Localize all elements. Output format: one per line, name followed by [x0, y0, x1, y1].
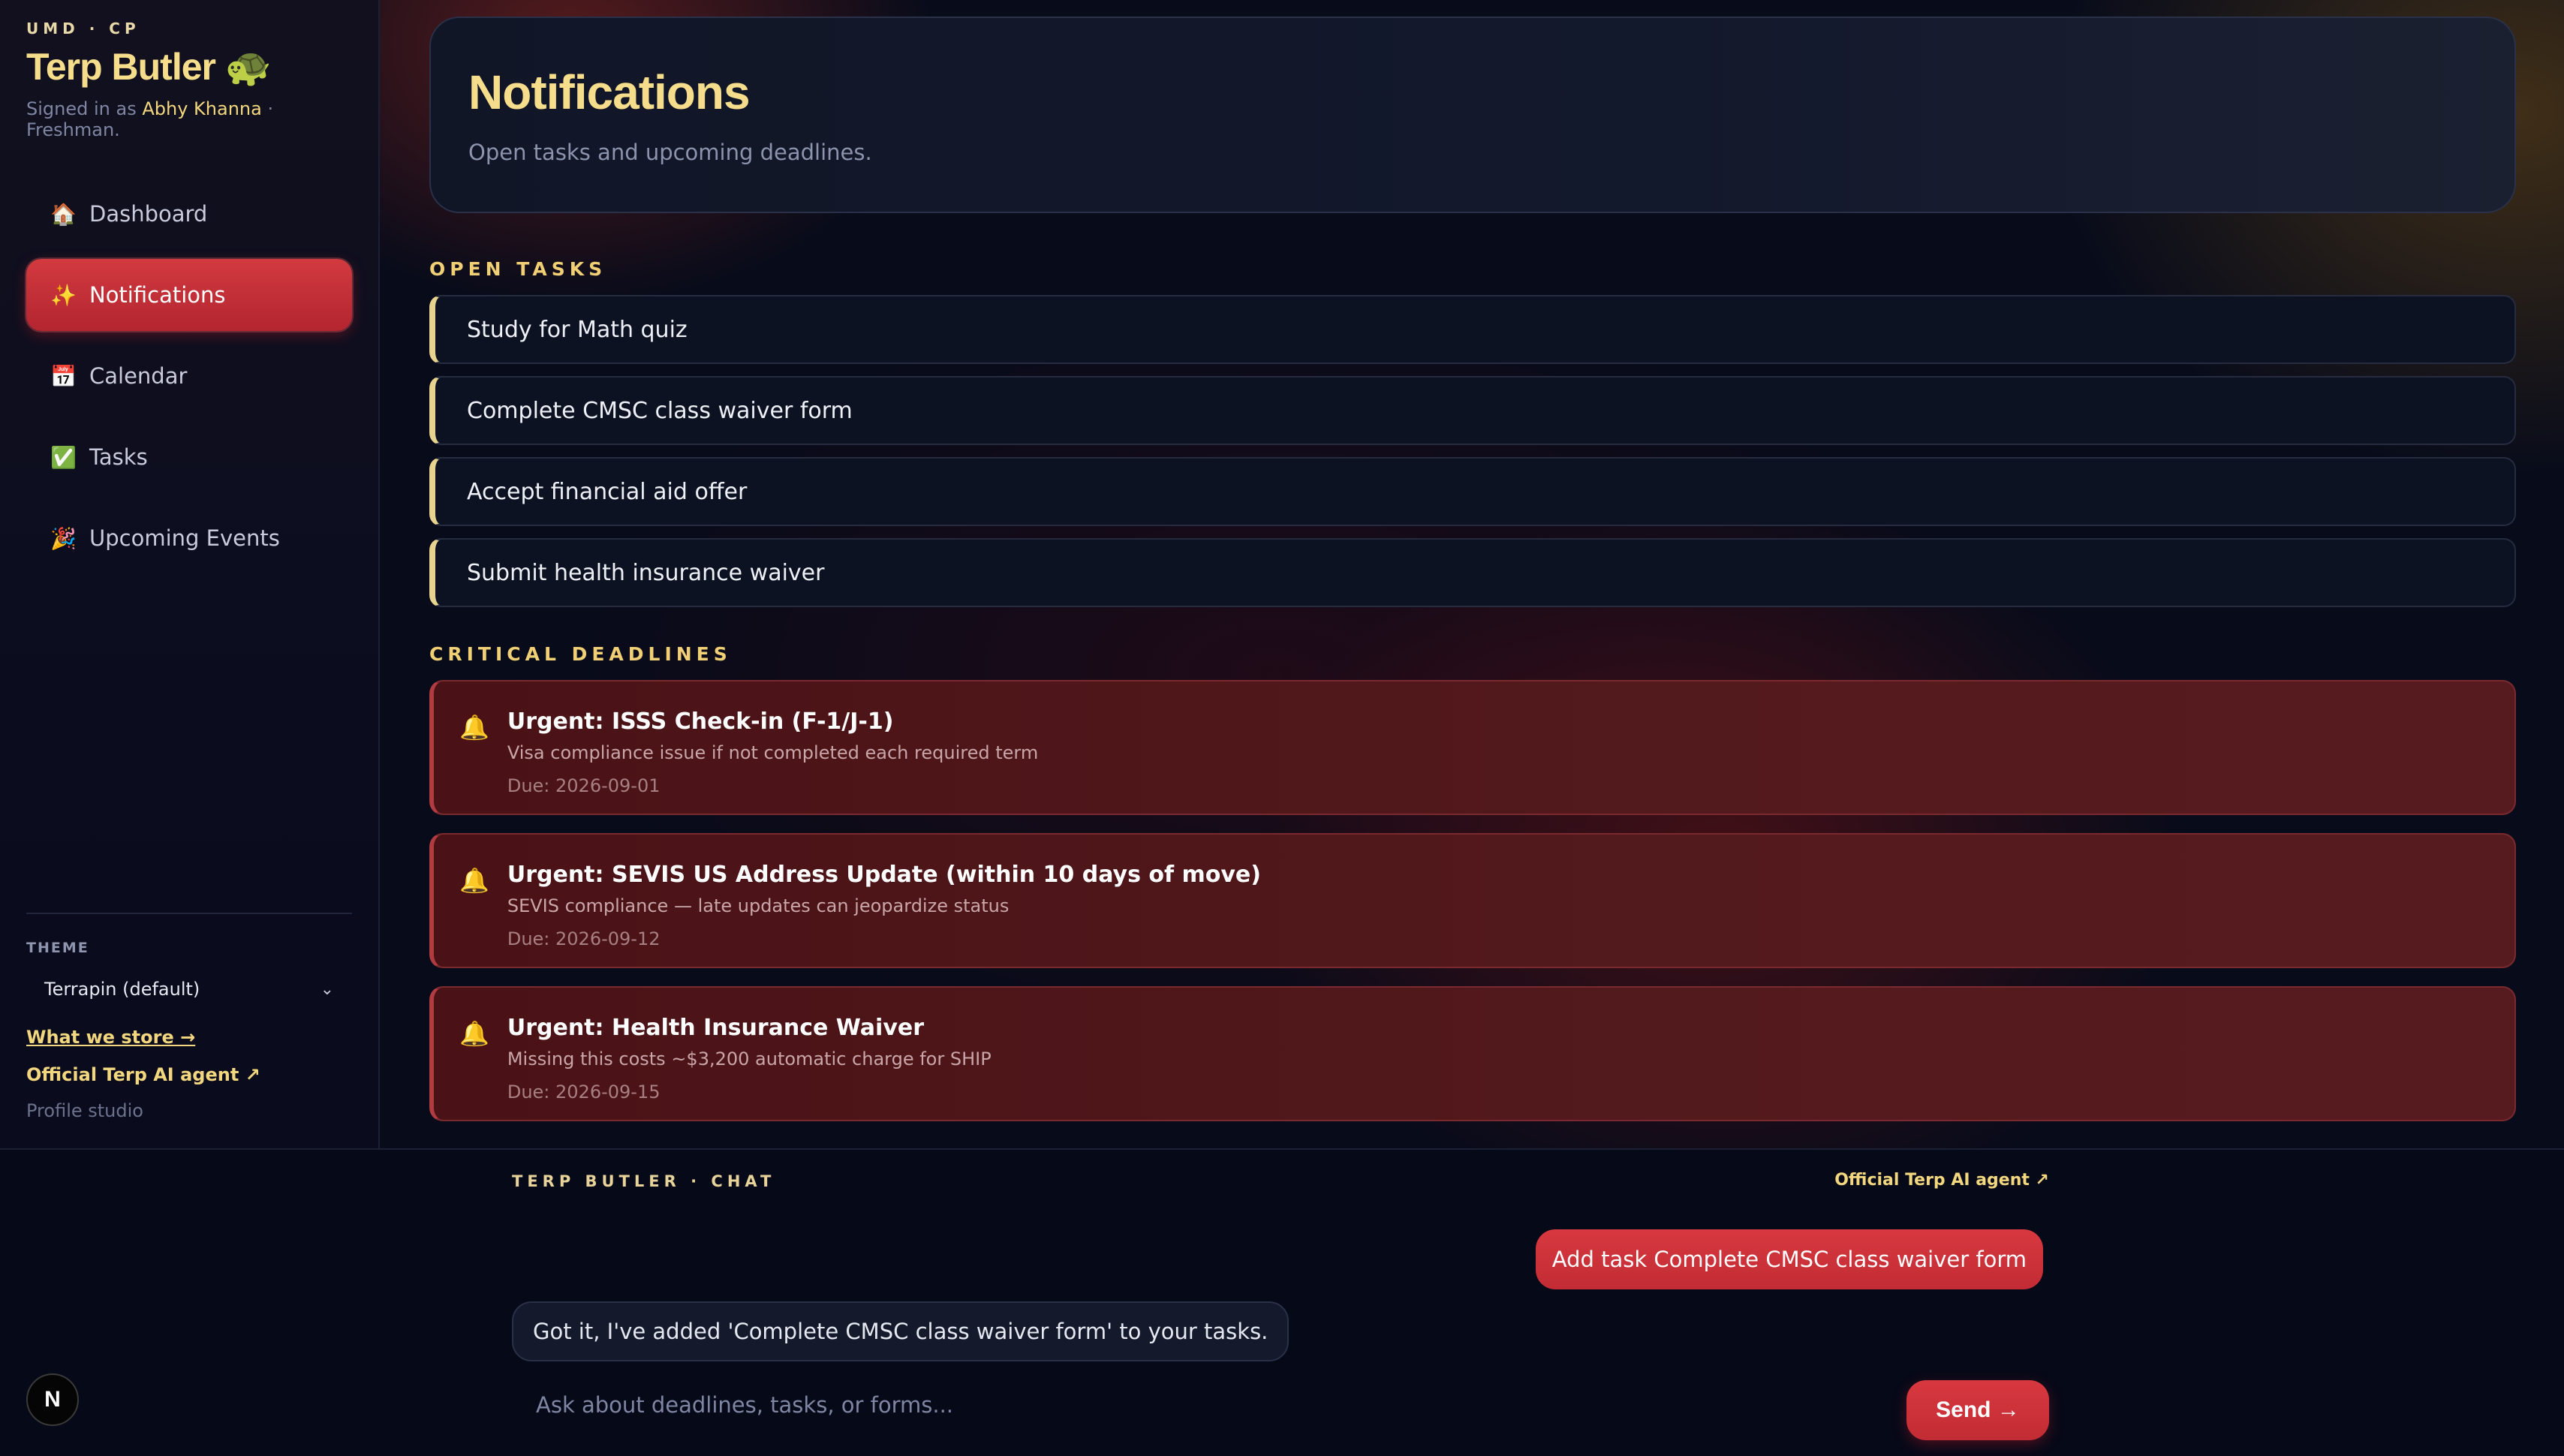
deadline-card[interactable]: 🔔 Urgent: Health Insurance Waiver Missin… — [429, 986, 2516, 1121]
chat-official-agent-link[interactable]: Official Terp AI agent ↗ — [1834, 1171, 2049, 1190]
sidebar: UMD · CP Terp Butler 🐢 Signed in as Abhy… — [0, 0, 380, 1148]
sidebar-item-label: Upcoming Events — [89, 525, 280, 551]
sidebar-item-label: Tasks — [89, 444, 148, 470]
open-tasks-list: Study for Math quiz Complete CMSC class … — [429, 295, 2516, 607]
deadline-title: Urgent: ISSS Check-in (F-1/J-1) — [507, 708, 894, 735]
task-item[interactable]: Submit health insurance waiver — [429, 538, 2516, 607]
sparkles-icon: ✨ — [50, 282, 77, 308]
house-icon: 🏠 — [50, 201, 77, 227]
sidebar-item-label: Calendar — [89, 363, 188, 389]
deadline-title: Urgent: Health Insurance Waiver — [507, 1015, 925, 1041]
brand-eyebrow: UMD · CP — [26, 20, 140, 38]
deadline-title: Urgent: SEVIS US Address Update (within … — [507, 862, 1261, 888]
deadlines-list: 🔔 Urgent: ISSS Check-in (F-1/J-1) Visa c… — [429, 680, 2516, 1121]
official-agent-link[interactable]: Official Terp AI agent ↗ — [26, 1064, 352, 1085]
page-header: Notifications Open tasks and upcoming de… — [429, 17, 2516, 213]
checkmark-icon: ✅ — [50, 444, 77, 470]
sidebar-item-dashboard[interactable]: 🏠 Dashboard — [26, 178, 352, 250]
page-title: Notifications — [468, 65, 751, 119]
user-name: Abhy Khanna — [142, 98, 262, 119]
app-title: Terp Butler 🐢 — [26, 45, 352, 89]
open-tasks-heading: OPEN TASKS — [429, 258, 607, 280]
task-item[interactable]: Study for Math quiz — [429, 295, 2516, 364]
sidebar-item-tasks[interactable]: ✅ Tasks — [26, 421, 352, 493]
calendar-icon: 📅 — [50, 363, 77, 389]
turtle-icon: 🐢 — [224, 46, 272, 88]
theme-label: THEME — [26, 940, 89, 956]
deadline-description: Missing this costs ~$3,200 automatic cha… — [507, 1048, 992, 1069]
bell-icon: 🔔 — [459, 713, 489, 742]
task-item[interactable]: Accept financial aid offer — [429, 457, 2516, 526]
sidebar-item-label: Notifications — [89, 282, 226, 308]
n-logo-icon[interactable]: N — [26, 1373, 79, 1426]
deadline-due-date: Due: 2026-09-01 — [507, 775, 661, 796]
deadline-due-date: Due: 2026-09-12 — [507, 928, 661, 949]
deadline-description: Visa compliance issue if not completed e… — [507, 742, 1039, 763]
assistant-message-bubble: Got it, I've added 'Complete CMSC class … — [512, 1301, 1290, 1361]
signed-in-line: Signed in as Abhy Khanna · Freshman. — [26, 98, 352, 140]
profile-studio-link[interactable]: Profile studio — [26, 1100, 352, 1121]
deadline-body: Urgent: Health Insurance Waiver Missing … — [507, 1015, 992, 1120]
deadline-body: Urgent: SEVIS US Address Update (within … — [507, 862, 1261, 967]
app-title-text: Terp Butler — [26, 46, 216, 88]
sidebar-item-label: Dashboard — [89, 201, 208, 227]
what-we-store-link[interactable]: What we store → — [26, 1027, 352, 1048]
theme-select-value: Terrapin (default) — [44, 979, 200, 1000]
sidebar-item-upcoming-events[interactable]: 🎉 Upcoming Events — [26, 502, 352, 574]
user-message-bubble: Add task Complete CMSC class waiver form — [1535, 1229, 2043, 1289]
sidebar-item-calendar[interactable]: 📅 Calendar — [26, 340, 352, 412]
deadline-card[interactable]: 🔔 Urgent: ISSS Check-in (F-1/J-1) Visa c… — [429, 680, 2516, 815]
page-subtitle: Open tasks and upcoming deadlines. — [468, 140, 872, 165]
bell-icon: 🔔 — [459, 1019, 489, 1048]
party-popper-icon: 🎉 — [50, 525, 77, 551]
deadline-description: SEVIS compliance — late updates can jeop… — [507, 895, 1010, 916]
send-button[interactable]: Send → — [1906, 1380, 2049, 1440]
deadline-due-date: Due: 2026-09-15 — [507, 1081, 661, 1103]
chat-heading: TERP BUTLER · CHAT — [512, 1172, 776, 1190]
critical-deadlines-heading: CRITICAL DEADLINES — [429, 643, 732, 665]
signed-prefix: Signed in as — [26, 98, 137, 119]
task-item[interactable]: Complete CMSC class waiver form — [429, 376, 2516, 445]
main-content: Notifications Open tasks and upcoming de… — [429, 17, 2516, 1139]
theme-select[interactable]: Terrapin (default) ⌄ — [26, 967, 352, 1012]
chat-input[interactable] — [512, 1376, 1878, 1433]
chat-panel: TERP BUTLER · CHAT Official Terp AI agen… — [0, 1148, 2564, 1456]
chevron-down-icon: ⌄ — [320, 979, 334, 999]
bell-icon: 🔔 — [459, 866, 489, 895]
sidebar-item-notifications[interactable]: ✨ Notifications — [26, 259, 352, 331]
deadline-body: Urgent: ISSS Check-in (F-1/J-1) Visa com… — [507, 708, 1038, 814]
sidebar-nav: 🏠 Dashboard ✨ Notifications 📅 Calendar ✅… — [26, 178, 352, 574]
deadline-card[interactable]: 🔔 Urgent: SEVIS US Address Update (withi… — [429, 833, 2516, 968]
sidebar-footer: THEME Terrapin (default) ⌄ What we store… — [26, 913, 352, 1121]
